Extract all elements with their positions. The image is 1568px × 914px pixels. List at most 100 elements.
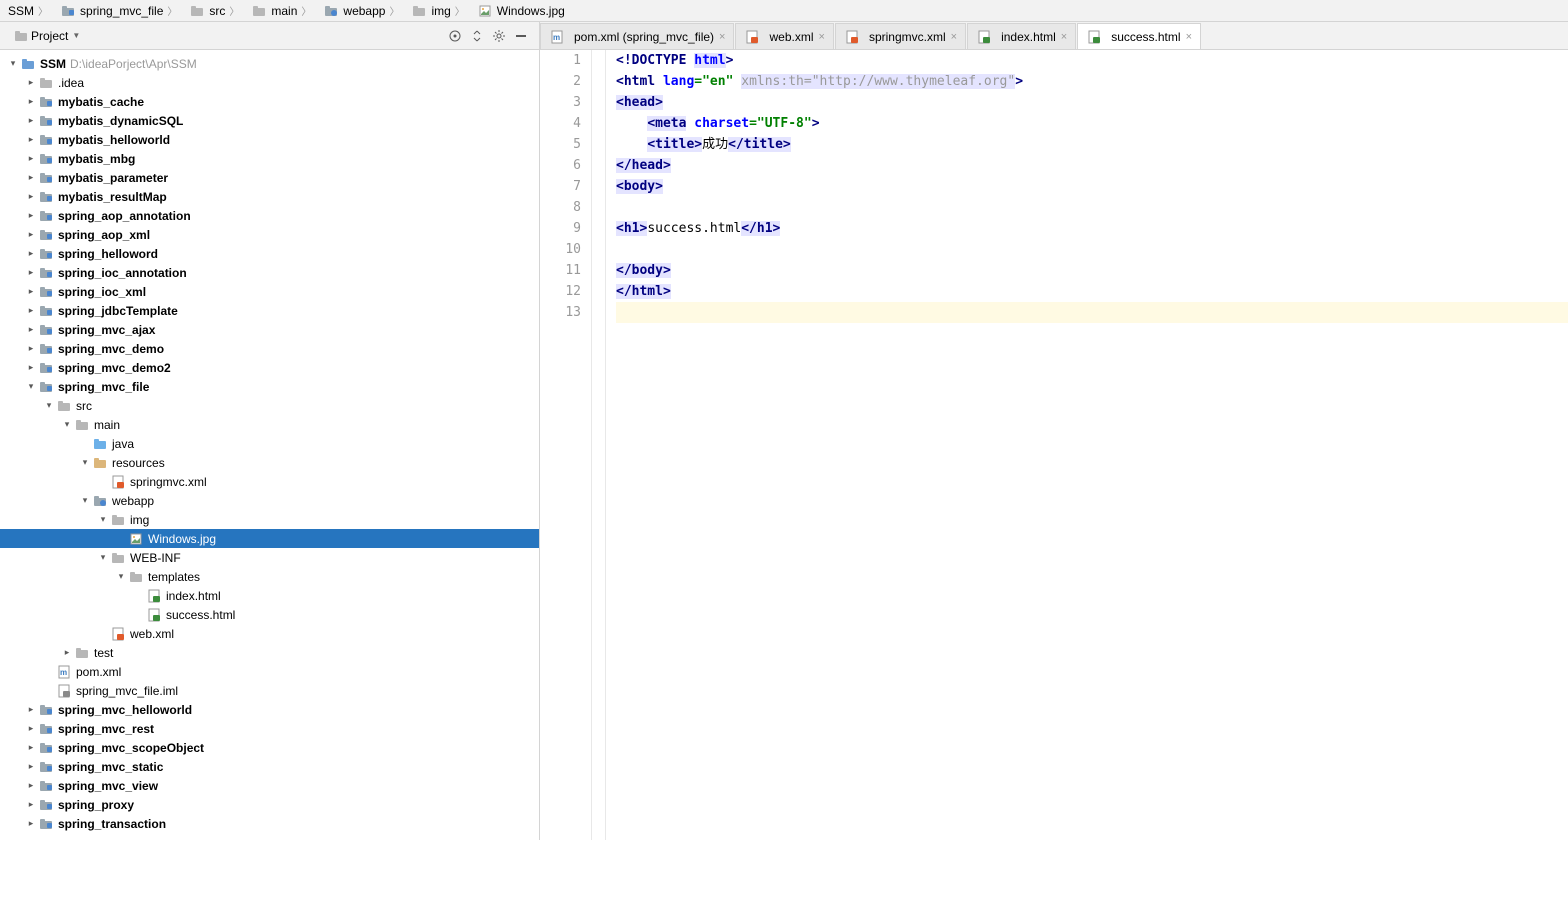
tab-index-html[interactable]: index.html× — [967, 23, 1076, 49]
expand-icon[interactable]: ▸ — [26, 799, 36, 810]
tree-node-ssm[interactable]: ▾SSMD:\ideaPorject\Apr\SSM — [0, 54, 539, 73]
expand-icon[interactable]: ▸ — [26, 723, 36, 734]
expand-icon[interactable]: ▸ — [26, 362, 36, 373]
hide-tool-icon[interactable] — [511, 26, 531, 46]
expand-icon[interactable]: ▸ — [26, 761, 36, 772]
tree-node-mybatis-helloworld[interactable]: ▸mybatis_helloworld — [0, 130, 539, 149]
expand-all-icon[interactable] — [467, 26, 487, 46]
tree-node-spring-mvc-file-iml[interactable]: spring_mvc_file.iml — [0, 681, 539, 700]
close-icon[interactable]: × — [719, 31, 725, 43]
expand-icon[interactable]: ▸ — [26, 343, 36, 354]
tree-node-test[interactable]: ▸test — [0, 643, 539, 662]
expand-icon[interactable]: ▾ — [98, 514, 108, 525]
tree-node-index-html[interactable]: index.html — [0, 586, 539, 605]
tree-node-spring-proxy[interactable]: ▸spring_proxy — [0, 795, 539, 814]
tree-node-mybatis-cache[interactable]: ▸mybatis_cache — [0, 92, 539, 111]
expand-icon[interactable]: ▾ — [62, 419, 72, 430]
tree-node--idea[interactable]: ▸.idea — [0, 73, 539, 92]
expand-icon[interactable]: ▾ — [116, 571, 126, 582]
tree-node-img[interactable]: ▾img — [0, 510, 539, 529]
expand-icon[interactable]: ▸ — [26, 818, 36, 829]
expand-icon[interactable]: ▸ — [26, 248, 36, 259]
tree-node-src[interactable]: ▾src — [0, 396, 539, 415]
expand-icon[interactable]: ▸ — [26, 229, 36, 240]
tree-node-webapp[interactable]: ▾webapp — [0, 491, 539, 510]
project-view-button[interactable]: Project ▼ — [8, 27, 86, 45]
expand-icon[interactable]: ▸ — [26, 742, 36, 753]
expand-icon[interactable]: ▸ — [26, 267, 36, 278]
tree-node-spring-mvc-demo[interactable]: ▸spring_mvc_demo — [0, 339, 539, 358]
tab-springmvc-xml[interactable]: springmvc.xml× — [835, 23, 966, 49]
code-line[interactable]: </head> — [616, 155, 1568, 176]
expand-icon[interactable]: ▸ — [26, 324, 36, 335]
tree-node-mybatis-dynamicsql[interactable]: ▸mybatis_dynamicSQL — [0, 111, 539, 130]
code-line[interactable]: <meta charset="UTF-8"> — [616, 113, 1568, 134]
tree-node-spring-mvc-ajax[interactable]: ▸spring_mvc_ajax — [0, 320, 539, 339]
tree-node-spring-mvc-helloworld[interactable]: ▸spring_mvc_helloworld — [0, 700, 539, 719]
code-line[interactable]: <body> — [616, 176, 1568, 197]
expand-icon[interactable]: ▸ — [26, 172, 36, 183]
expand-icon[interactable]: ▸ — [26, 77, 36, 88]
tree-node-mybatis-parameter[interactable]: ▸mybatis_parameter — [0, 168, 539, 187]
tab-web-xml[interactable]: web.xml× — [735, 23, 833, 49]
breadcrumb-item[interactable]: main〉 — [247, 3, 319, 18]
tree-node-spring-mvc-static[interactable]: ▸spring_mvc_static — [0, 757, 539, 776]
code-line[interactable] — [616, 302, 1568, 323]
tree-node-windows-jpg[interactable]: Windows.jpg — [0, 529, 539, 548]
tree-node-templates[interactable]: ▾templates — [0, 567, 539, 586]
code-editor[interactable]: 12345678910111213 <!DOCTYPE html><html l… — [540, 50, 1568, 840]
breadcrumb-item[interactable]: spring_mvc_file〉 — [56, 3, 185, 18]
expand-icon[interactable]: ▾ — [44, 400, 54, 411]
expand-icon[interactable]: ▸ — [26, 153, 36, 164]
tab-success-html[interactable]: success.html× — [1077, 23, 1201, 49]
expand-icon[interactable]: ▾ — [98, 552, 108, 563]
expand-icon[interactable]: ▸ — [26, 210, 36, 221]
expand-icon[interactable]: ▾ — [80, 457, 90, 468]
expand-icon[interactable]: ▸ — [26, 305, 36, 316]
tree-node-spring-mvc-scopeobject[interactable]: ▸spring_mvc_scopeObject — [0, 738, 539, 757]
breadcrumb-item[interactable]: Windows.jpg — [473, 4, 569, 18]
expand-icon[interactable]: ▸ — [26, 704, 36, 715]
close-icon[interactable]: × — [1061, 31, 1067, 43]
locate-file-icon[interactable] — [445, 26, 465, 46]
tab-pom-xml--spring-mvc-file-[interactable]: pom.xml (spring_mvc_file)× — [540, 23, 734, 49]
expand-icon[interactable]: ▸ — [26, 96, 36, 107]
tree-node-spring-helloword[interactable]: ▸spring_helloword — [0, 244, 539, 263]
close-icon[interactable]: × — [819, 31, 825, 43]
code-line[interactable]: <title>成功</title> — [616, 134, 1568, 155]
tree-node-spring-mvc-demo2[interactable]: ▸spring_mvc_demo2 — [0, 358, 539, 377]
tree-node-spring-mvc-rest[interactable]: ▸spring_mvc_rest — [0, 719, 539, 738]
close-icon[interactable]: × — [1186, 31, 1192, 43]
tree-node-spring-mvc-file[interactable]: ▾spring_mvc_file — [0, 377, 539, 396]
breadcrumb-item[interactable]: img〉 — [407, 3, 472, 18]
expand-icon[interactable]: ▸ — [62, 647, 72, 658]
breadcrumb-item[interactable]: webapp〉 — [319, 3, 407, 18]
expand-icon[interactable]: ▸ — [26, 115, 36, 126]
expand-icon[interactable]: ▾ — [26, 381, 36, 392]
breadcrumb-item[interactable]: SSM〉 — [4, 3, 56, 18]
project-tree[interactable]: ▾SSMD:\ideaPorject\Apr\SSM▸.idea▸mybatis… — [0, 50, 539, 840]
tree-node-spring-aop-annotation[interactable]: ▸spring_aop_annotation — [0, 206, 539, 225]
expand-icon[interactable]: ▾ — [80, 495, 90, 506]
code-line[interactable]: <html lang="en" xmlns:th="http://www.thy… — [616, 71, 1568, 92]
tree-node-spring-jdbctemplate[interactable]: ▸spring_jdbcTemplate — [0, 301, 539, 320]
breadcrumb-item[interactable]: src〉 — [185, 3, 247, 18]
tree-node-resources[interactable]: ▾resources — [0, 453, 539, 472]
code-line[interactable]: </html> — [616, 281, 1568, 302]
tree-node-pom-xml[interactable]: pom.xml — [0, 662, 539, 681]
settings-gear-icon[interactable] — [489, 26, 509, 46]
code-line[interactable]: <!DOCTYPE html> — [616, 50, 1568, 71]
code-line[interactable] — [616, 239, 1568, 260]
expand-icon[interactable]: ▸ — [26, 780, 36, 791]
tree-node-main[interactable]: ▾main — [0, 415, 539, 434]
tree-node-mybatis-mbg[interactable]: ▸mybatis_mbg — [0, 149, 539, 168]
code-line[interactable]: <head> — [616, 92, 1568, 113]
tree-node-mybatis-resultmap[interactable]: ▸mybatis_resultMap — [0, 187, 539, 206]
tree-node-springmvc-xml[interactable]: springmvc.xml — [0, 472, 539, 491]
tree-node-spring-transaction[interactable]: ▸spring_transaction — [0, 814, 539, 833]
code-line[interactable] — [616, 197, 1568, 218]
tree-node-spring-ioc-xml[interactable]: ▸spring_ioc_xml — [0, 282, 539, 301]
code-line[interactable]: <h1>success.html</h1> — [616, 218, 1568, 239]
tree-node-spring-ioc-annotation[interactable]: ▸spring_ioc_annotation — [0, 263, 539, 282]
tree-node-success-html[interactable]: success.html — [0, 605, 539, 624]
